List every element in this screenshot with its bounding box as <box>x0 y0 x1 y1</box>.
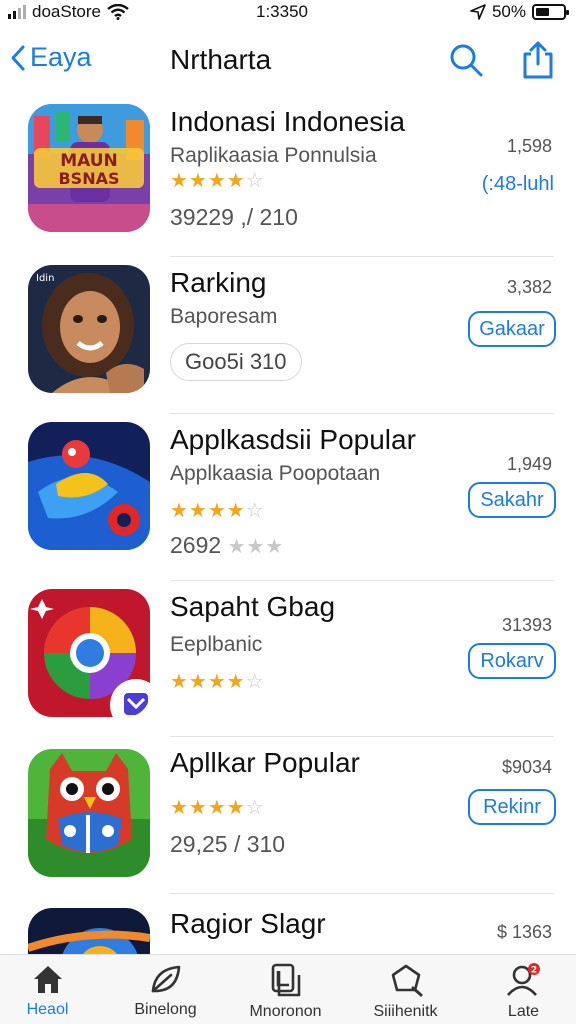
app-icon-owl <box>28 749 150 877</box>
app-subtitle: Baporesam <box>170 305 278 328</box>
app-name: Indonasi Indonesia <box>170 106 406 137</box>
get-button[interactable]: Sakahr <box>468 482 556 518</box>
page-title: Nrtharta <box>170 44 272 75</box>
list-item[interactable]: Apllkar Popular ★★★★☆ 29,25 / 310 $9034 … <box>0 737 576 894</box>
get-button[interactable]: (:48-luhl <box>482 168 554 204</box>
tab-bar: Heaol Binelong Mnoronon Siiihenitk 2 Lat… <box>0 954 576 1024</box>
status-time: 1:3350 <box>256 2 308 21</box>
list-item[interactable]: Idin Rarking Baporesam Goo5i 310 3,382 G… <box>0 257 576 414</box>
app-name: Applkasdsii Popular <box>170 424 416 455</box>
app-name: Sapaht Gbag <box>170 591 336 622</box>
status-bar: doaStore 1:3350 50% <box>0 0 576 24</box>
back-label: Eaya <box>30 42 92 72</box>
rating-count: 29,25 / 310 <box>170 831 286 857</box>
svg-text:MAUN: MAUN <box>60 151 118 171</box>
get-button[interactable]: Rekinr <box>468 789 556 825</box>
search-icon[interactable] <box>446 40 486 80</box>
app-name: Ragior Slagr <box>170 908 326 939</box>
app-icon-portrait: Idin <box>28 265 150 393</box>
back-button[interactable]: Eaya <box>10 42 92 73</box>
layers-icon <box>271 963 300 997</box>
download-count: 31393 <box>501 615 552 635</box>
navigation-bar: Eaya Nrtharta <box>0 36 576 90</box>
list-item[interactable]: Sapaht Gbag Eeplbanic ★★★★☆ 31393 Rokarv <box>0 581 576 737</box>
battery-fill <box>536 8 549 16</box>
rating-stars: ★★★★☆ <box>170 797 265 819</box>
app-icon-bird <box>28 422 150 550</box>
tab-mnoronon[interactable]: Mnoronon <box>228 963 343 1021</box>
app-name: Apllkar Popular <box>170 747 360 778</box>
rating-count-stars: ★★★ <box>227 536 285 558</box>
leaf-icon <box>151 965 180 993</box>
download-count: $ 1363 <box>496 922 552 942</box>
get-button[interactable]: Rokarv <box>468 643 556 679</box>
tab-label: Heaol <box>26 1001 69 1018</box>
tab-label: Binelong <box>134 1001 197 1018</box>
download-count: 1,949 <box>506 454 552 474</box>
tab-profile[interactable]: 2 Late <box>466 963 576 1021</box>
home-icon <box>33 966 62 993</box>
profile-icon: 2 <box>506 963 540 996</box>
download-count: $9034 <box>501 757 552 777</box>
app-subtitle: Raplikaasia Ponnulsia <box>170 144 377 167</box>
svg-text:Idin: Idin <box>36 273 54 284</box>
rating-count: 39229 ,/ 210 <box>170 204 298 230</box>
tab-search[interactable]: Siiihenitk <box>348 963 463 1021</box>
share-icon[interactable] <box>518 40 558 80</box>
status-left: doaStore <box>8 2 129 22</box>
search-icon <box>391 964 422 997</box>
download-count: 3,382 <box>506 277 552 297</box>
battery-percent: 50% <box>491 2 526 21</box>
app-list: MAUN BSNAS Indonasi Indonesia Raplikaasi… <box>0 96 576 1024</box>
rating-count-value: 2692 <box>170 532 222 558</box>
rating-stars: ★★★★☆ <box>170 671 265 693</box>
app-subtitle: Applkaasia Poopotaan <box>170 462 381 485</box>
app-icon-game: MAUN BSNAS <box>28 104 150 232</box>
location-icon <box>470 4 486 20</box>
rating-stars: ★★★★☆ <box>170 170 265 192</box>
list-item[interactable]: Applkasdsii Popular Applkaasia Poopotaan… <box>0 414 576 581</box>
notification-badge: 2 <box>530 966 536 976</box>
wifi-icon <box>107 4 129 20</box>
tab-label: Late <box>507 1003 540 1020</box>
app-subtitle: Eeplbanic <box>170 633 263 656</box>
chevron-left-icon <box>11 45 25 70</box>
signal-icon <box>8 5 26 19</box>
get-button[interactable]: Gakaar <box>468 311 556 347</box>
app-icon-browser <box>28 589 150 717</box>
list-item[interactable]: MAUN BSNAS Indonasi Indonesia Raplikaasi… <box>0 96 576 257</box>
status-right: 50% <box>470 2 569 22</box>
svg-text:BSNAS: BSNAS <box>58 169 119 188</box>
rank-pill: Goo5i 310 <box>170 343 302 381</box>
tab-binelong[interactable]: Binelong <box>108 963 223 1019</box>
app-name: Rarking <box>170 267 267 298</box>
rating-count: 2692 ★★★ <box>170 532 284 559</box>
tab-label: Mnoronon <box>249 1003 322 1020</box>
battery-icon <box>532 4 569 20</box>
rating-stars: ★★★★☆ <box>170 500 265 522</box>
tab-label: Siiihenitk <box>373 1003 438 1020</box>
carrier-label: doaStore <box>32 2 101 21</box>
download-count: 1,598 <box>506 136 552 156</box>
tab-home[interactable]: Heaol <box>0 963 105 1019</box>
